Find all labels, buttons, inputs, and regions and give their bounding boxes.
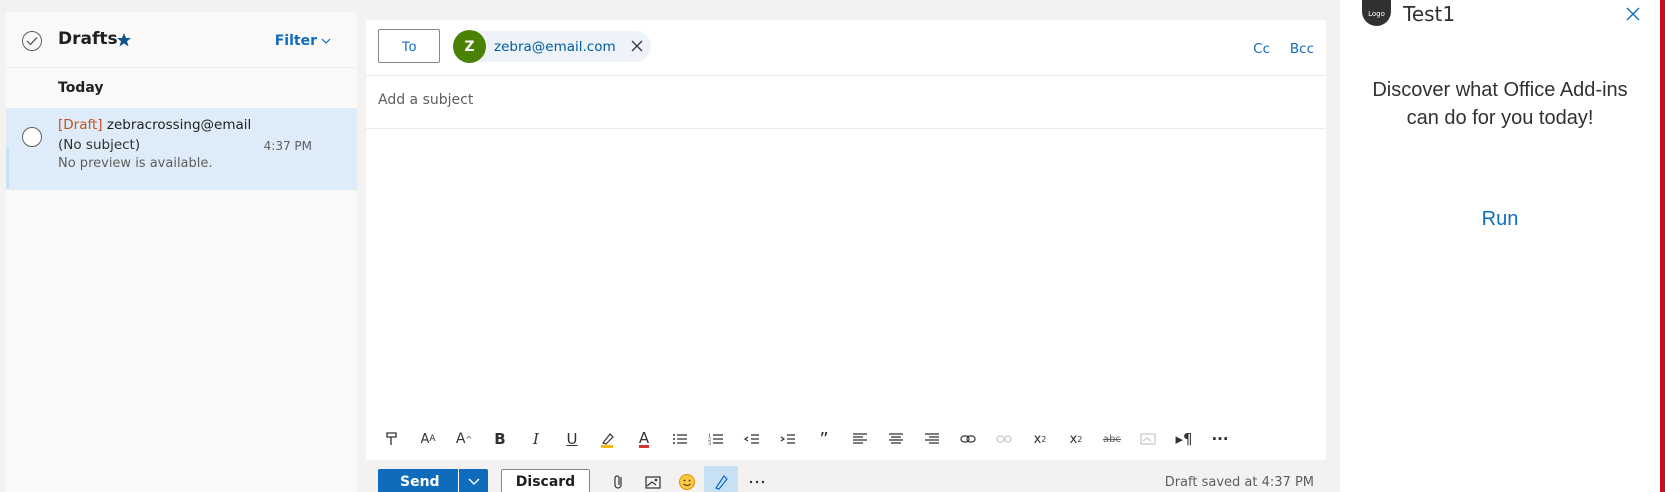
bold-icon[interactable]: B bbox=[482, 424, 518, 454]
font-size-icon[interactable]: AA bbox=[410, 424, 446, 454]
addin-message: Discover what Office Add-ins can do for … bbox=[1372, 79, 1628, 129]
more-options-icon[interactable] bbox=[748, 473, 766, 491]
item-preview: No preview is available. bbox=[58, 156, 213, 171]
item-time: 4:37 PM bbox=[263, 139, 312, 153]
window-edge bbox=[1660, 0, 1665, 492]
link-icon[interactable] bbox=[950, 424, 986, 454]
avatar: Z bbox=[453, 30, 486, 63]
emoji-icon[interactable] bbox=[678, 473, 696, 491]
send-options-button[interactable] bbox=[458, 469, 488, 492]
numbering-icon[interactable]: 123 bbox=[698, 424, 734, 454]
item-sender: [Draft] zebracrossing@email bbox=[58, 117, 251, 133]
decrease-indent-icon[interactable] bbox=[734, 424, 770, 454]
list-item[interactable]: [Draft] zebracrossing@email (No subject)… bbox=[6, 108, 357, 190]
addin-logo: Logo bbox=[1362, 0, 1391, 26]
quote-icon[interactable]: ” bbox=[806, 424, 842, 454]
item-select-checkbox[interactable] bbox=[22, 127, 42, 147]
subscript-icon[interactable]: x2 bbox=[1058, 424, 1094, 454]
superscript-icon[interactable]: x2 bbox=[1022, 424, 1058, 454]
send-bar: Send Discard Draft saved at 4:37 PM bbox=[366, 460, 1326, 492]
selection-accent bbox=[6, 148, 9, 188]
bcc-button[interactable]: Bcc bbox=[1290, 41, 1314, 57]
group-header-today: Today bbox=[58, 80, 104, 96]
font-color-icon[interactable]: A bbox=[626, 424, 662, 454]
send-button[interactable]: Send bbox=[378, 469, 458, 492]
ltr-icon[interactable]: ▸¶ bbox=[1166, 424, 1202, 454]
run-button[interactable]: Run bbox=[1340, 208, 1660, 231]
check-icon bbox=[26, 37, 38, 46]
close-icon[interactable] bbox=[1625, 6, 1641, 22]
font-grow-icon[interactable]: A ^ bbox=[446, 424, 482, 454]
increase-indent-icon[interactable] bbox=[770, 424, 806, 454]
addin-title: Test1 bbox=[1403, 2, 1456, 26]
to-row: To Z zebra@email.com Cc Bcc bbox=[366, 20, 1326, 76]
chevron-down-icon bbox=[321, 38, 331, 44]
filter-button[interactable]: Filter bbox=[275, 33, 331, 49]
more-icon[interactable]: ··· bbox=[1202, 424, 1238, 454]
align-center-icon[interactable] bbox=[878, 424, 914, 454]
align-right-icon[interactable] bbox=[914, 424, 950, 454]
svg-text:3: 3 bbox=[708, 441, 711, 447]
compose-pane: To Z zebra@email.com Cc Bcc AA A^ B I U … bbox=[366, 20, 1326, 492]
bullets-icon[interactable] bbox=[662, 424, 698, 454]
attach-icon[interactable] bbox=[610, 473, 628, 491]
align-left-icon[interactable] bbox=[842, 424, 878, 454]
unlink-icon bbox=[986, 424, 1022, 454]
chevron-down-icon bbox=[468, 478, 479, 485]
format-painter-icon[interactable] bbox=[374, 424, 410, 454]
item-recipient: zebracrossing@email bbox=[106, 117, 252, 133]
to-button[interactable]: To bbox=[378, 29, 440, 63]
close-icon[interactable] bbox=[629, 38, 645, 54]
filter-label: Filter bbox=[274, 33, 317, 49]
insert-picture-icon[interactable] bbox=[644, 473, 662, 491]
draft-saved-status: Draft saved at 4:37 PM bbox=[1164, 475, 1314, 490]
item-subject: (No subject) bbox=[58, 137, 141, 153]
folder-header: Drafts Filter bbox=[6, 12, 357, 68]
message-list-pane: Drafts Filter Today [Draft] zebracrossin… bbox=[6, 12, 357, 492]
draft-tag: [Draft] bbox=[58, 117, 103, 133]
underline-icon[interactable]: U bbox=[554, 424, 590, 454]
favorite-star-icon[interactable] bbox=[116, 32, 132, 48]
recipient-email: zebra@email.com bbox=[494, 38, 616, 55]
message-body[interactable] bbox=[366, 130, 1326, 420]
addin-pane: Logo Test1 Discover what Office Add-ins … bbox=[1340, 0, 1660, 492]
strikethrough-icon[interactable]: abc bbox=[1094, 424, 1130, 454]
select-all-checkbox[interactable] bbox=[22, 31, 42, 51]
format-toolbar: AA A ^ B I U A 123 ” x2 x2 abc ▸¶ ··· bbox=[366, 420, 1326, 458]
format-toggle-button[interactable] bbox=[704, 466, 738, 492]
discard-button[interactable]: Discard bbox=[501, 469, 590, 492]
cc-button[interactable]: Cc bbox=[1253, 41, 1270, 57]
folder-title: Drafts bbox=[58, 29, 118, 49]
highlight-icon[interactable] bbox=[590, 424, 626, 454]
image-alt-icon bbox=[1130, 424, 1166, 454]
subject-input[interactable] bbox=[378, 92, 1278, 108]
format-text-icon bbox=[715, 475, 728, 490]
italic-icon[interactable]: I bbox=[518, 424, 554, 454]
subject-row bbox=[366, 77, 1326, 129]
recipient-chip[interactable]: Z zebra@email.com bbox=[453, 30, 651, 63]
